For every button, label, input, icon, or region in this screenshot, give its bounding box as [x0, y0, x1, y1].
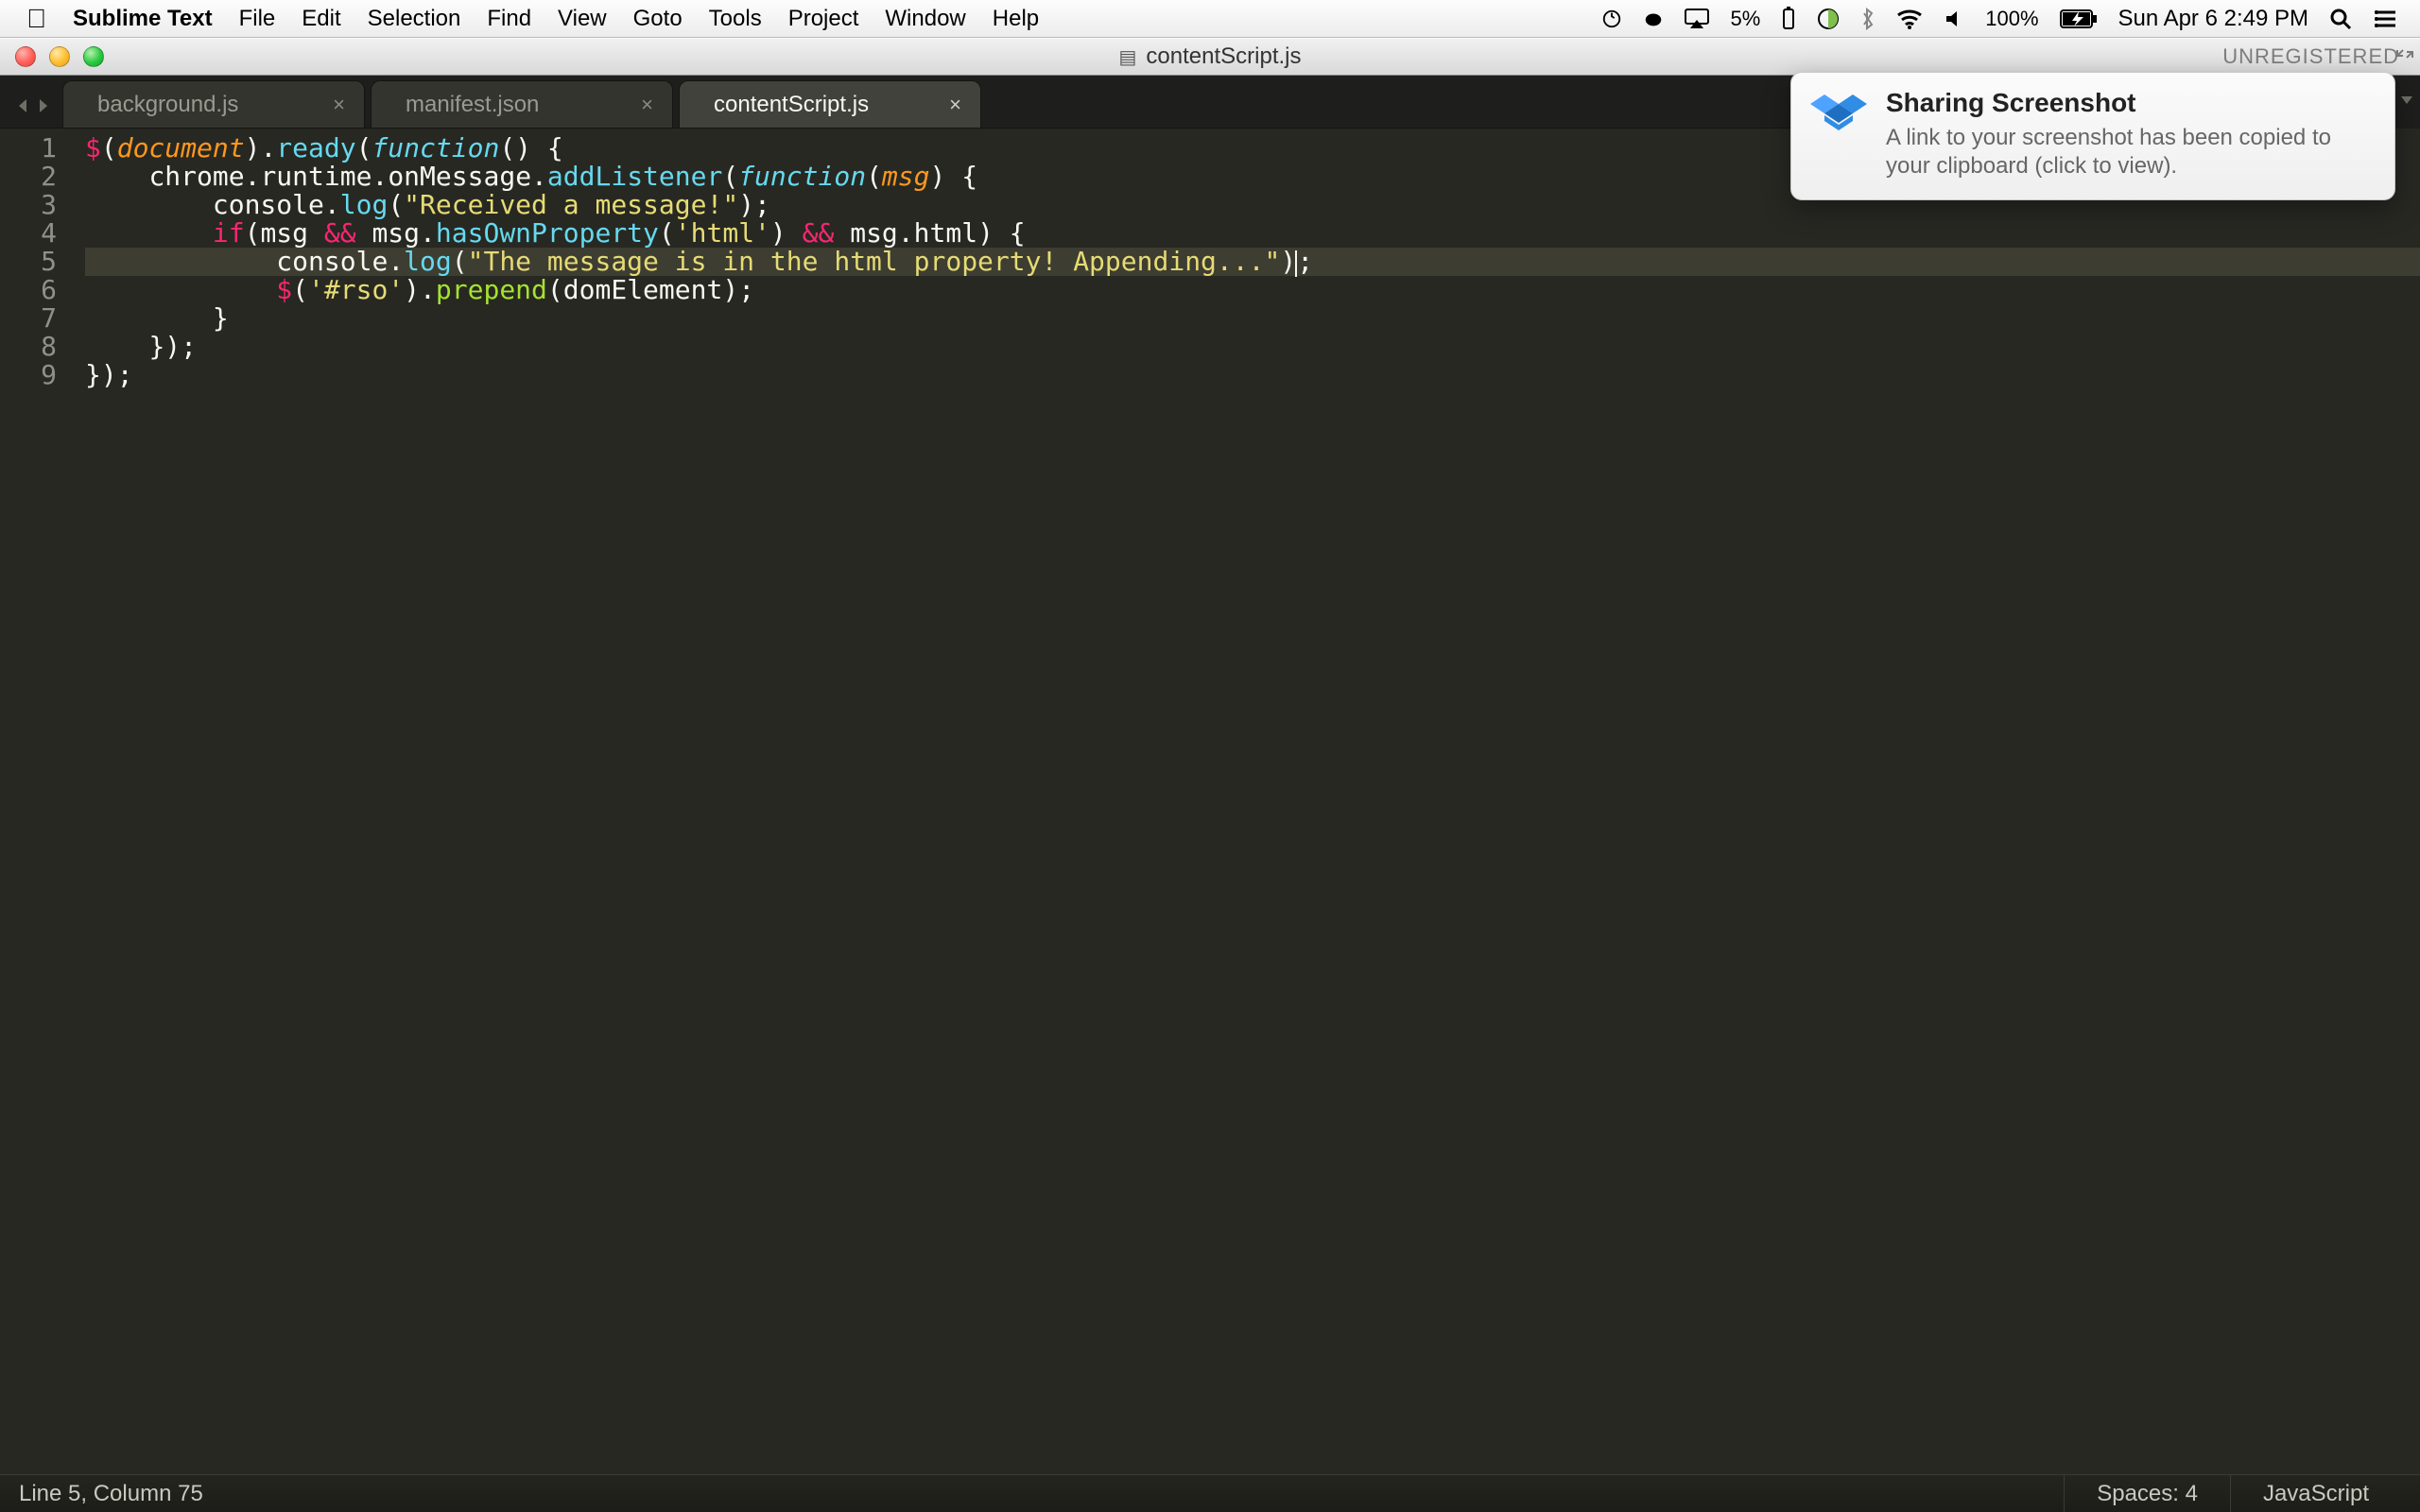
- close-icon[interactable]: ×: [641, 93, 653, 117]
- app-menu[interactable]: Sublime Text: [73, 6, 213, 32]
- code-editor[interactable]: 123456789 $(document).ready(function() {…: [0, 129, 2420, 1474]
- code-line[interactable]: $('#rso').prepend(domElement);: [85, 276, 2420, 304]
- tab-contentscript-js[interactable]: contentScript.js ×: [679, 80, 981, 128]
- notification-body: A link to your screenshot has been copie…: [1886, 124, 2374, 180]
- code-area[interactable]: $(document).ready(function() { chrome.ru…: [76, 129, 2420, 1474]
- menu-project[interactable]: Project: [788, 6, 859, 32]
- window-title: contentScript.js: [1146, 43, 1301, 70]
- status-bar: Line 5, Column 75 Spaces: 4 JavaScript: [0, 1474, 2420, 1512]
- dropbox-icon: [1808, 88, 1869, 148]
- disk-icon[interactable]: [1817, 8, 1840, 30]
- notification-title: Sharing Screenshot: [1886, 88, 2374, 118]
- menuextra-circle-icon[interactable]: [1601, 9, 1622, 29]
- window-close-button[interactable]: [15, 46, 36, 67]
- phone-battery-icon[interactable]: [1781, 7, 1796, 31]
- code-line[interactable]: }: [85, 304, 2420, 333]
- menu-view[interactable]: View: [558, 6, 607, 32]
- menu-edit[interactable]: Edit: [302, 6, 340, 32]
- line-number: 2: [0, 163, 57, 191]
- line-number: 1: [0, 134, 57, 163]
- spotlight-icon[interactable]: [2329, 8, 2352, 30]
- fullscreen-button[interactable]: [2394, 43, 2416, 65]
- notification-center-icon[interactable]: [2373, 9, 2397, 29]
- apple-menu-icon[interactable]: : [26, 6, 46, 32]
- indentation-label: Spaces: 4: [2097, 1481, 2198, 1507]
- battery-2-percent[interactable]: 100%: [1985, 7, 2038, 31]
- line-number: 8: [0, 333, 57, 361]
- tab-label: background.js: [97, 92, 238, 118]
- menu-window[interactable]: Window: [885, 6, 965, 32]
- macos-menubar:  Sublime Text File Edit Selection Find …: [0, 0, 2420, 38]
- battery-1-percent[interactable]: 5%: [1730, 7, 1760, 31]
- nav-back-button[interactable]: [15, 97, 32, 114]
- editor-window: background.js × manifest.json × contentS…: [0, 76, 2420, 1474]
- line-number: 9: [0, 361, 57, 389]
- line-number: 4: [0, 219, 57, 248]
- close-icon[interactable]: ×: [949, 93, 961, 117]
- menu-tools[interactable]: Tools: [709, 6, 762, 32]
- tab-label: manifest.json: [406, 92, 539, 118]
- line-number: 7: [0, 304, 57, 333]
- code-line[interactable]: });: [85, 361, 2420, 389]
- menuextra-app-icon[interactable]: [1643, 9, 1664, 29]
- window-titlebar[interactable]: ▤ contentScript.js UNREGISTERED: [0, 38, 2420, 76]
- battery-icon[interactable]: [2060, 9, 2098, 28]
- line-number: 6: [0, 276, 57, 304]
- code-line[interactable]: });: [85, 333, 2420, 361]
- line-number: 5: [0, 248, 57, 276]
- code-line[interactable]: console.log("The message is in the html …: [85, 248, 2420, 276]
- tab-background-js[interactable]: background.js ×: [62, 80, 365, 128]
- title-document-icon: ▤: [1119, 45, 1137, 69]
- minimap-toggle[interactable]: [2394, 76, 2420, 129]
- wifi-icon[interactable]: [1896, 9, 1923, 29]
- close-icon[interactable]: ×: [333, 93, 345, 117]
- menubar-clock[interactable]: Sun Apr 6 2:49 PM: [2118, 6, 2308, 32]
- syntax-label: JavaScript: [2263, 1481, 2369, 1507]
- window-minimize-button[interactable]: [49, 46, 70, 67]
- dropbox-notification[interactable]: Sharing Screenshot A link to your screen…: [1790, 72, 2395, 200]
- nav-forward-button[interactable]: [34, 97, 51, 114]
- line-number: 3: [0, 191, 57, 219]
- syntax-selector[interactable]: JavaScript: [2230, 1475, 2401, 1512]
- code-line[interactable]: if(msg && msg.hasOwnProperty('html') && …: [85, 219, 2420, 248]
- tab-manifest-json[interactable]: manifest.json ×: [371, 80, 673, 128]
- menu-goto[interactable]: Goto: [633, 6, 683, 32]
- menu-find[interactable]: Find: [487, 6, 531, 32]
- menu-file[interactable]: File: [239, 6, 276, 32]
- menu-selection[interactable]: Selection: [368, 6, 461, 32]
- registration-status: UNREGISTERED: [2222, 44, 2399, 69]
- tab-label: contentScript.js: [714, 92, 869, 118]
- indentation-selector[interactable]: Spaces: 4: [2064, 1475, 2230, 1512]
- airplay-icon[interactable]: [1685, 9, 1709, 29]
- window-zoom-button[interactable]: [83, 46, 104, 67]
- bluetooth-icon[interactable]: [1860, 8, 1876, 30]
- cursor-position: Line 5, Column 75: [19, 1481, 203, 1507]
- line-number-gutter: 123456789: [0, 129, 76, 1474]
- menu-help[interactable]: Help: [993, 6, 1039, 32]
- volume-icon[interactable]: [1944, 9, 1964, 29]
